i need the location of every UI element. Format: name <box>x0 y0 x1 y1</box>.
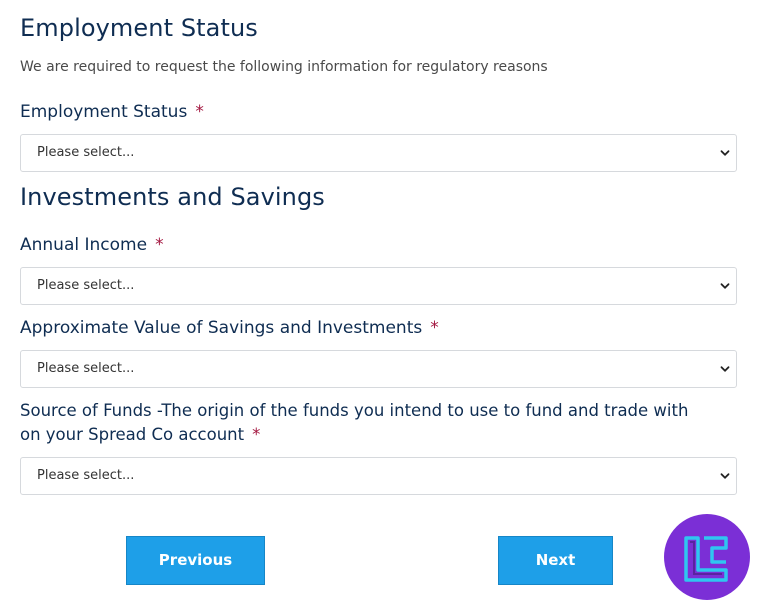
employment-status-select-value: Please select... <box>37 145 135 160</box>
employment-status-select[interactable]: Please select... <box>20 134 737 172</box>
chevron-down-icon <box>720 473 730 479</box>
required-asterisk: * <box>155 235 164 255</box>
source-of-funds-label-line2-wrap: on your Spread Co account * <box>20 423 740 447</box>
employment-status-label-text: Employment Status <box>20 102 188 122</box>
employment-form-page: Employment Status We are required to req… <box>0 0 762 607</box>
tradingfinder-logo-icon <box>664 514 750 600</box>
employment-status-heading: Employment Status <box>20 14 258 42</box>
annual-income-select[interactable]: Please select... <box>20 267 737 305</box>
savings-investments-label-text: Approximate Value of Savings and Investm… <box>20 318 423 338</box>
savings-investments-label: Approximate Value of Savings and Investm… <box>20 316 439 340</box>
investments-savings-heading: Investments and Savings <box>20 183 325 211</box>
source-of-funds-select-value: Please select... <box>37 468 135 483</box>
source-of-funds-label-line1: Source of Funds -The origin of the funds… <box>20 401 689 420</box>
chevron-down-icon <box>720 366 730 372</box>
employment-status-label: Employment Status * <box>20 100 204 124</box>
required-asterisk: * <box>430 318 439 338</box>
savings-investments-select-value: Please select... <box>37 361 135 376</box>
chevron-down-icon <box>720 150 730 156</box>
annual-income-label: Annual Income * <box>20 233 164 257</box>
source-of-funds-label-line2: on your Spread Co account <box>20 425 245 444</box>
regulatory-intro-text: We are required to request the following… <box>20 59 548 75</box>
annual-income-select-value: Please select... <box>37 278 135 293</box>
source-of-funds-label: Source of Funds -The origin of the funds… <box>20 399 740 447</box>
source-of-funds-select[interactable]: Please select... <box>20 457 737 495</box>
savings-investments-select[interactable]: Please select... <box>20 350 737 388</box>
required-asterisk: * <box>252 425 261 444</box>
chevron-down-icon <box>720 283 730 289</box>
annual-income-label-text: Annual Income <box>20 235 148 255</box>
required-asterisk: * <box>195 102 204 122</box>
next-button[interactable]: Next <box>498 536 613 585</box>
previous-button[interactable]: Previous <box>126 536 265 585</box>
